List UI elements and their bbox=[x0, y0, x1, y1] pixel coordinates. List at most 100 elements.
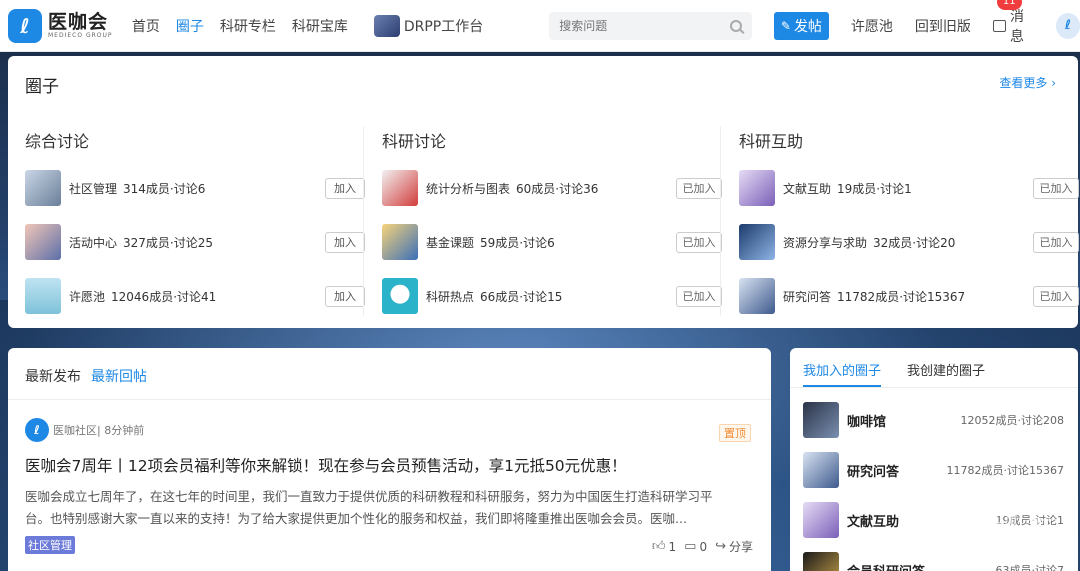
post-actions: 👍︎ 1 ▭ 0 ↪ 分享 bbox=[644, 538, 753, 555]
tab-created-circles[interactable]: 我创建的圈子 bbox=[907, 360, 985, 387]
nav-home[interactable]: 首页 bbox=[132, 16, 160, 36]
logo-icon: ℓ bbox=[8, 8, 42, 43]
joined-button[interactable]: 已加入 bbox=[676, 285, 722, 307]
main-nav: 首页 圈子 科研专栏 科研宝库 bbox=[132, 16, 364, 36]
join-button[interactable]: 加入 bbox=[325, 285, 365, 307]
tab-latest-replies[interactable]: 最新回帖 bbox=[91, 366, 147, 399]
post-header: ℓ 医咖社区| 8分钟前 bbox=[8, 400, 771, 442]
circle-item[interactable]: 科研热点 66成员·讨论15 已加入 bbox=[382, 278, 722, 314]
drpp-icon bbox=[373, 14, 400, 37]
pinned-badge: 置顶 bbox=[719, 424, 751, 442]
circle-thumbnail bbox=[803, 502, 839, 538]
wish-pool-link[interactable]: 许愿池 bbox=[851, 16, 893, 36]
circle-meta: 63成员·讨论7 bbox=[995, 564, 1065, 571]
circle-name: 研究问答 bbox=[847, 464, 900, 480]
circle-item[interactable]: 活动中心 327成员·讨论25 加入 bbox=[25, 224, 365, 260]
circle-item[interactable]: 基金课题 59成员·讨论6 已加入 bbox=[382, 224, 722, 260]
brand-watermark: 医咖会 bbox=[962, 502, 1058, 537]
join-button[interactable]: 加入 bbox=[325, 231, 365, 253]
feed-tabs: 最新发布 最新回帖 bbox=[8, 348, 771, 400]
circle-item[interactable]: 许愿池 12046成员·讨论41 加入 bbox=[25, 278, 365, 314]
circle-thumbnail bbox=[25, 278, 61, 314]
circles-panel: 圈子 查看更多 › 综合讨论 社区管理 314成员·讨论6 加入 活动中心 32… bbox=[8, 56, 1079, 328]
circle-item[interactable]: 资源分享与求助 32成员·讨论20 已加入 bbox=[739, 224, 1079, 260]
circle-name: 会员科研问答 bbox=[847, 561, 925, 571]
circle-thumbnail bbox=[739, 170, 775, 206]
circle-thumbnail bbox=[803, 552, 839, 571]
circle-item[interactable]: 社区管理 314成员·讨论6 加入 bbox=[25, 170, 365, 206]
column-divider bbox=[720, 126, 721, 316]
drpp-workbench-link[interactable]: DRPP工作台 bbox=[373, 14, 499, 37]
circle-thumbnail bbox=[803, 452, 839, 488]
post-feed: 最新发布 最新回帖 ℓ 医咖社区| 8分钟前 置顶 医咖会7周年丨12项会员福利… bbox=[8, 348, 771, 571]
see-more-link[interactable]: 查看更多 › bbox=[999, 74, 1056, 91]
brand-logo[interactable]: ℓ 医咖会 MEDIECO GROUP bbox=[8, 8, 120, 43]
joined-button[interactable]: 已加入 bbox=[1033, 285, 1079, 307]
nav-circles[interactable]: 圈子 bbox=[176, 16, 204, 36]
circle-name: 统计分析与图表 bbox=[426, 181, 511, 196]
share-icon: ↪ bbox=[715, 539, 726, 554]
post-button-label: 发帖 bbox=[793, 18, 822, 35]
circle-name: 文献互助 bbox=[783, 181, 832, 196]
nav-research-column[interactable]: 科研专栏 bbox=[220, 16, 276, 36]
search-icon[interactable] bbox=[729, 19, 742, 32]
joined-button[interactable]: 已加入 bbox=[1033, 177, 1079, 199]
message-icon bbox=[992, 19, 1006, 32]
circle-name: 社区管理 bbox=[69, 181, 118, 196]
circle-thumbnail bbox=[25, 170, 61, 206]
comment-button[interactable]: ▭ 0 bbox=[684, 539, 707, 554]
joined-button[interactable]: 已加入 bbox=[1033, 231, 1079, 253]
circle-item[interactable]: 研究问答 11782成员·讨论15367 已加入 bbox=[739, 278, 1079, 314]
message-count-badge: 11 bbox=[996, 0, 1022, 10]
circle-name: 研究问答 bbox=[783, 289, 832, 304]
thumbs-up-icon: 👍︎ bbox=[651, 539, 666, 554]
circle-item[interactable]: 文献互助 19成员·讨论1 已加入 bbox=[739, 170, 1079, 206]
circle-meta: 314成员·讨论6 bbox=[123, 181, 206, 196]
circle-thumbnail bbox=[382, 278, 418, 314]
post-title[interactable]: 医咖会7周年丨12项会员福利等你来解锁！现在参与会员预售活动，享1元抵50元优惠… bbox=[8, 442, 771, 476]
joined-button[interactable]: 已加入 bbox=[676, 177, 722, 199]
my-circles-panel: 我加入的圈子 我创建的圈子 咖啡馆 12052成员·讨论208 研究问答 117… bbox=[790, 348, 1078, 571]
old-version-link[interactable]: 回到旧版 bbox=[915, 16, 971, 36]
like-button[interactable]: 👍︎ 1 bbox=[652, 539, 676, 554]
drpp-label: DRPP工作台 bbox=[403, 18, 484, 35]
author-avatar[interactable]: ℓ bbox=[25, 418, 49, 442]
tab-joined-circles[interactable]: 我加入的圈子 bbox=[803, 360, 882, 387]
comment-count: 0 bbox=[699, 539, 708, 554]
post-excerpt[interactable]: 医咖会成立七周年了，在这七年的时间里，我们一直致力于提供优质的科研教程和科研服务… bbox=[8, 476, 748, 530]
brand-name-en: MEDIECO GROUP bbox=[48, 32, 113, 39]
panel-title: 圈子 bbox=[25, 77, 59, 97]
nav-research-library[interactable]: 科研宝库 bbox=[292, 16, 348, 36]
edit-icon: ✎ bbox=[780, 18, 791, 33]
side-circle-item[interactable]: 会员科研问答 63成员·讨论7 bbox=[790, 552, 1078, 571]
share-label: 分享 bbox=[728, 540, 753, 554]
share-button[interactable]: ↪ 分享 bbox=[715, 538, 753, 555]
search-box bbox=[549, 11, 752, 40]
post-button[interactable]: ✎ 发帖 bbox=[773, 11, 829, 40]
circle-thumbnail bbox=[382, 170, 418, 206]
messages-link[interactable]: 11 消息 bbox=[992, 0, 1036, 46]
user-avatar[interactable]: ℓ bbox=[1055, 12, 1080, 39]
side-tabs: 我加入的圈子 我创建的圈子 bbox=[790, 348, 1078, 388]
circle-name: 活动中心 bbox=[69, 235, 118, 250]
circle-name: 科研热点 bbox=[426, 289, 475, 304]
circle-item[interactable]: 统计分析与图表 60成员·讨论36 已加入 bbox=[382, 170, 722, 206]
post-author[interactable]: 医咖社区| 8分钟前 bbox=[53, 422, 144, 438]
circle-meta: 60成员·讨论36 bbox=[516, 181, 599, 196]
post-tag[interactable]: 社区管理 bbox=[25, 536, 75, 554]
circle-meta: 11782成员·讨论15367 bbox=[946, 464, 1064, 477]
join-button[interactable]: 加入 bbox=[325, 177, 365, 199]
circle-name: 咖啡馆 bbox=[847, 414, 887, 430]
circle-name: 许愿池 bbox=[69, 289, 106, 304]
joined-button[interactable]: 已加入 bbox=[676, 231, 722, 253]
circle-name: 文献互助 bbox=[847, 514, 900, 530]
column-divider bbox=[363, 126, 364, 316]
tab-latest-posts[interactable]: 最新发布 bbox=[25, 366, 81, 399]
column-title: 科研互助 bbox=[739, 132, 804, 151]
side-circle-item[interactable]: 研究问答 11782成员·讨论15367 bbox=[790, 452, 1078, 488]
circle-meta: 12052成员·讨论208 bbox=[960, 414, 1065, 427]
post-footer: 社区管理 👍︎ 1 ▭ 0 ↪ 分享 bbox=[8, 530, 771, 554]
side-circle-item[interactable]: 咖啡馆 12052成员·讨论208 bbox=[790, 402, 1078, 438]
search-input[interactable] bbox=[559, 18, 730, 33]
brand-name: 医咖会 bbox=[48, 11, 109, 33]
